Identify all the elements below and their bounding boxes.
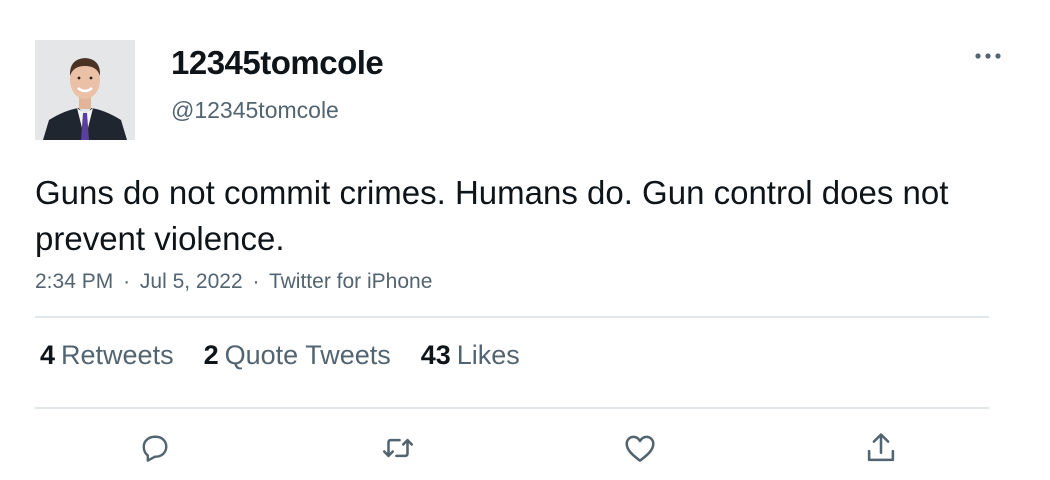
share-button[interactable] — [861, 428, 901, 468]
quote-tweets-count: 2 — [203, 340, 219, 370]
retweet-button[interactable] — [378, 428, 418, 468]
quote-tweets-label: Quote Tweets — [224, 340, 391, 370]
tweet-text: Guns do not commit crimes. Humans do. Gu… — [35, 174, 949, 257]
reply-button[interactable] — [135, 428, 175, 468]
user-handle[interactable]: @12345tomcole — [171, 97, 339, 124]
more-options-button[interactable] — [968, 42, 1008, 70]
retweet-icon — [382, 438, 414, 458]
likes-label: Likes — [456, 340, 520, 370]
likes-count: 43 — [420, 340, 451, 370]
tweet-date[interactable]: Jul 5, 2022 — [140, 270, 243, 293]
reply-icon — [142, 435, 168, 462]
retweets-count: 4 — [40, 340, 56, 370]
like-button[interactable] — [620, 428, 660, 468]
divider — [35, 407, 989, 409]
avatar[interactable] — [35, 40, 135, 140]
retweets-stat[interactable]: 4 Retweets — [40, 340, 174, 371]
ellipsis-icon — [975, 53, 1001, 59]
tweet-card: 12345tomcole @12345tomcole Guns do not c… — [0, 0, 1050, 480]
divider — [35, 316, 989, 318]
engagement-stats: 4 Retweets 2 Quote Tweets 43 Likes — [40, 340, 520, 371]
heart-icon — [625, 435, 655, 462]
meta-separator: · — [252, 270, 260, 293]
retweets-label: Retweets — [61, 340, 174, 370]
profile-photo-icon — [35, 40, 135, 140]
meta-separator: · — [123, 270, 131, 293]
quote-tweets-stat[interactable]: 2 Quote Tweets — [204, 340, 391, 371]
tweet-metadata: 2:34 PM · Jul 5, 2022 · Twitter for iPho… — [35, 270, 432, 294]
likes-stat[interactable]: 43 Likes — [421, 340, 520, 371]
tweet-source[interactable]: Twitter for iPhone — [269, 270, 432, 293]
tweet-time[interactable]: 2:34 PM — [35, 270, 113, 293]
display-name[interactable]: 12345tomcole — [171, 44, 384, 82]
share-icon — [867, 433, 895, 462]
